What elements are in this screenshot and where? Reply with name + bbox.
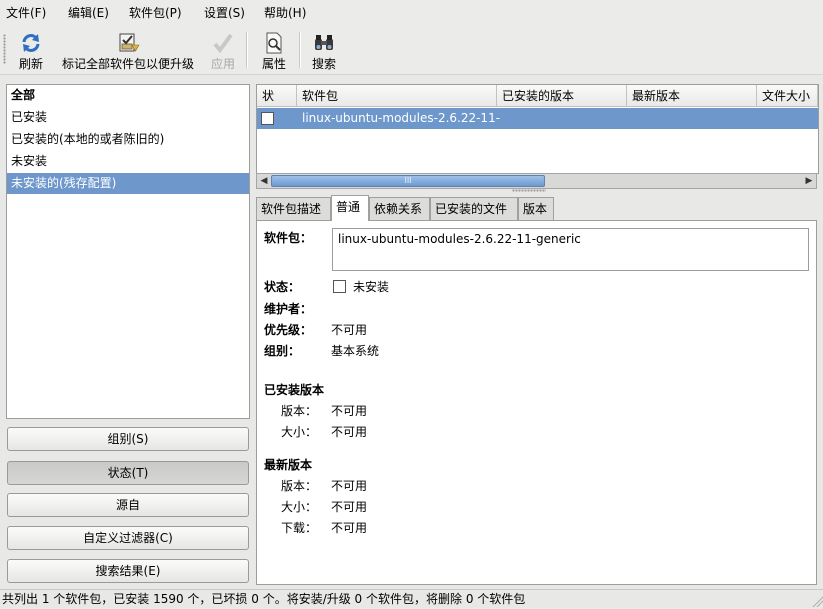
latest-version-value: 不可用: [331, 479, 368, 493]
refresh-button[interactable]: 刷新: [12, 28, 50, 72]
installed-size-label: 大小：: [281, 425, 318, 439]
filter-item-installed-local[interactable]: 已安装的(本地的或者陈旧的): [7, 129, 249, 150]
properties-button[interactable]: 属性: [256, 28, 292, 72]
column-header-latest-version[interactable]: 最新版本: [627, 85, 757, 107]
installed-version-label: 版本：: [281, 404, 318, 418]
filter-item-all[interactable]: 全部: [7, 85, 249, 106]
properties-icon: [266, 32, 282, 54]
resize-grip-icon[interactable]: [811, 595, 823, 607]
pane-splitter-handle[interactable]: [512, 189, 546, 192]
refresh-icon: [22, 34, 40, 52]
menu-file[interactable]: 文件(F): [6, 4, 46, 21]
search-button[interactable]: 搜索: [306, 28, 342, 72]
package-label: 软件包：: [264, 231, 313, 245]
properties-label: 属性: [261, 57, 286, 71]
latest-size-value: 不可用: [331, 500, 368, 514]
package-name-value: linux-ubuntu-modules-2.6.22-11-generic: [338, 232, 581, 246]
sections-button[interactable]: 组别(S): [7, 427, 249, 451]
toolbar: 刷新 标记全部软件包以便升级 应用 属性 搜索: [0, 24, 823, 75]
filter-list: 全部 已安装 已安装的(本地的或者陈旧的) 未安装 未安装的(残存配置): [6, 84, 250, 419]
menu-edit[interactable]: 编辑(E): [68, 4, 109, 21]
latest-version-heading: 最新版本: [264, 458, 313, 472]
filter-item-residual-config[interactable]: 未安装的(残存配置): [7, 173, 249, 194]
tab-dependencies[interactable]: 依赖关系: [369, 197, 430, 220]
origin-button[interactable]: 源自: [7, 493, 249, 517]
column-header-installed-version[interactable]: 已安装的版本: [497, 85, 627, 107]
tab-package-description[interactable]: 软件包描述: [256, 197, 331, 220]
search-label: 搜索: [311, 57, 336, 71]
installed-version-value: 不可用: [331, 404, 368, 418]
refresh-label: 刷新: [18, 57, 43, 71]
latest-version-label: 版本：: [281, 479, 318, 493]
column-header-package[interactable]: 软件包: [297, 85, 497, 107]
menu-bar: 文件(F) 编辑(E) 软件包(P) 设置(S) 帮助(H): [0, 0, 823, 24]
tab-installed-files[interactable]: 已安装的文件: [430, 197, 518, 220]
binoculars-icon: [315, 35, 333, 50]
package-name-cell: linux-ubuntu-modules-2.6.22-11-: [302, 111, 501, 125]
status-checkbox[interactable]: [333, 280, 346, 293]
priority-value: 不可用: [331, 323, 368, 337]
toolbar-separator: [246, 32, 248, 68]
toolbar-grip[interactable]: [3, 34, 6, 64]
status-label: 状态：: [264, 280, 301, 294]
checkmark-icon: [213, 33, 233, 54]
installed-size-value: 不可用: [331, 425, 368, 439]
package-table: 状 软件包 已安装的版本 最新版本 文件大小 linux-ubuntu-modu…: [256, 84, 819, 174]
column-header-status[interactable]: 状: [257, 85, 297, 107]
mark-all-upgrades-button[interactable]: 标记全部软件包以便升级: [54, 28, 202, 72]
search-results-button[interactable]: 搜索结果(E): [7, 559, 249, 583]
filter-item-installed[interactable]: 已安装: [7, 107, 249, 128]
mark-upgrades-label: 标记全部软件包以便升级: [61, 57, 194, 71]
package-name-field[interactable]: linux-ubuntu-modules-2.6.22-11-generic: [332, 228, 809, 271]
filter-item-not-installed[interactable]: 未安装: [7, 151, 249, 172]
toolbar-separator: [299, 32, 301, 68]
tab-general[interactable]: 普通: [331, 195, 369, 221]
tab-versions[interactable]: 版本: [518, 197, 554, 220]
menu-package[interactable]: 软件包(P): [129, 4, 182, 21]
menu-settings[interactable]: 设置(S): [204, 4, 245, 21]
maintainer-label: 维护者：: [264, 302, 313, 316]
download-label: 下载：: [281, 521, 318, 535]
column-header-size[interactable]: 文件大小: [757, 85, 818, 107]
download-value: 不可用: [331, 521, 368, 535]
section-label: 组别：: [264, 344, 301, 358]
mark-upgrades-icon: [119, 33, 140, 52]
priority-label: 优先级：: [264, 323, 313, 337]
status-bar: 共列出 1 个软件包，已安装 1590 个，已坏损 0 个。将安装/升级 0 个…: [0, 589, 823, 609]
status-bar-text: 共列出 1 个软件包，已安装 1590 个，已坏损 0 个。将安装/升级 0 个…: [2, 592, 526, 606]
status-button[interactable]: 状态(T): [7, 461, 249, 485]
package-checkbox[interactable]: [261, 112, 274, 125]
menu-help[interactable]: 帮助(H): [264, 4, 306, 21]
custom-filters-button[interactable]: 自定义过滤器(C): [7, 526, 249, 550]
scroll-right-arrow-icon[interactable]: ▶: [803, 175, 815, 187]
installed-version-heading: 已安装版本: [264, 383, 325, 397]
latest-size-label: 大小：: [281, 500, 318, 514]
horizontal-scrollbar[interactable]: ◀ III ▶: [256, 173, 817, 189]
apply-button[interactable]: 应用: [206, 28, 240, 72]
apply-label: 应用: [210, 57, 235, 71]
table-row[interactable]: linux-ubuntu-modules-2.6.22-11-: [257, 108, 818, 129]
scrollbar-thumb[interactable]: III: [271, 175, 545, 187]
scroll-left-arrow-icon[interactable]: ◀: [258, 175, 270, 187]
section-value: 基本系统: [331, 344, 380, 358]
status-value: 未安装: [353, 280, 390, 294]
scrollbar-grip-text: III: [404, 176, 412, 185]
